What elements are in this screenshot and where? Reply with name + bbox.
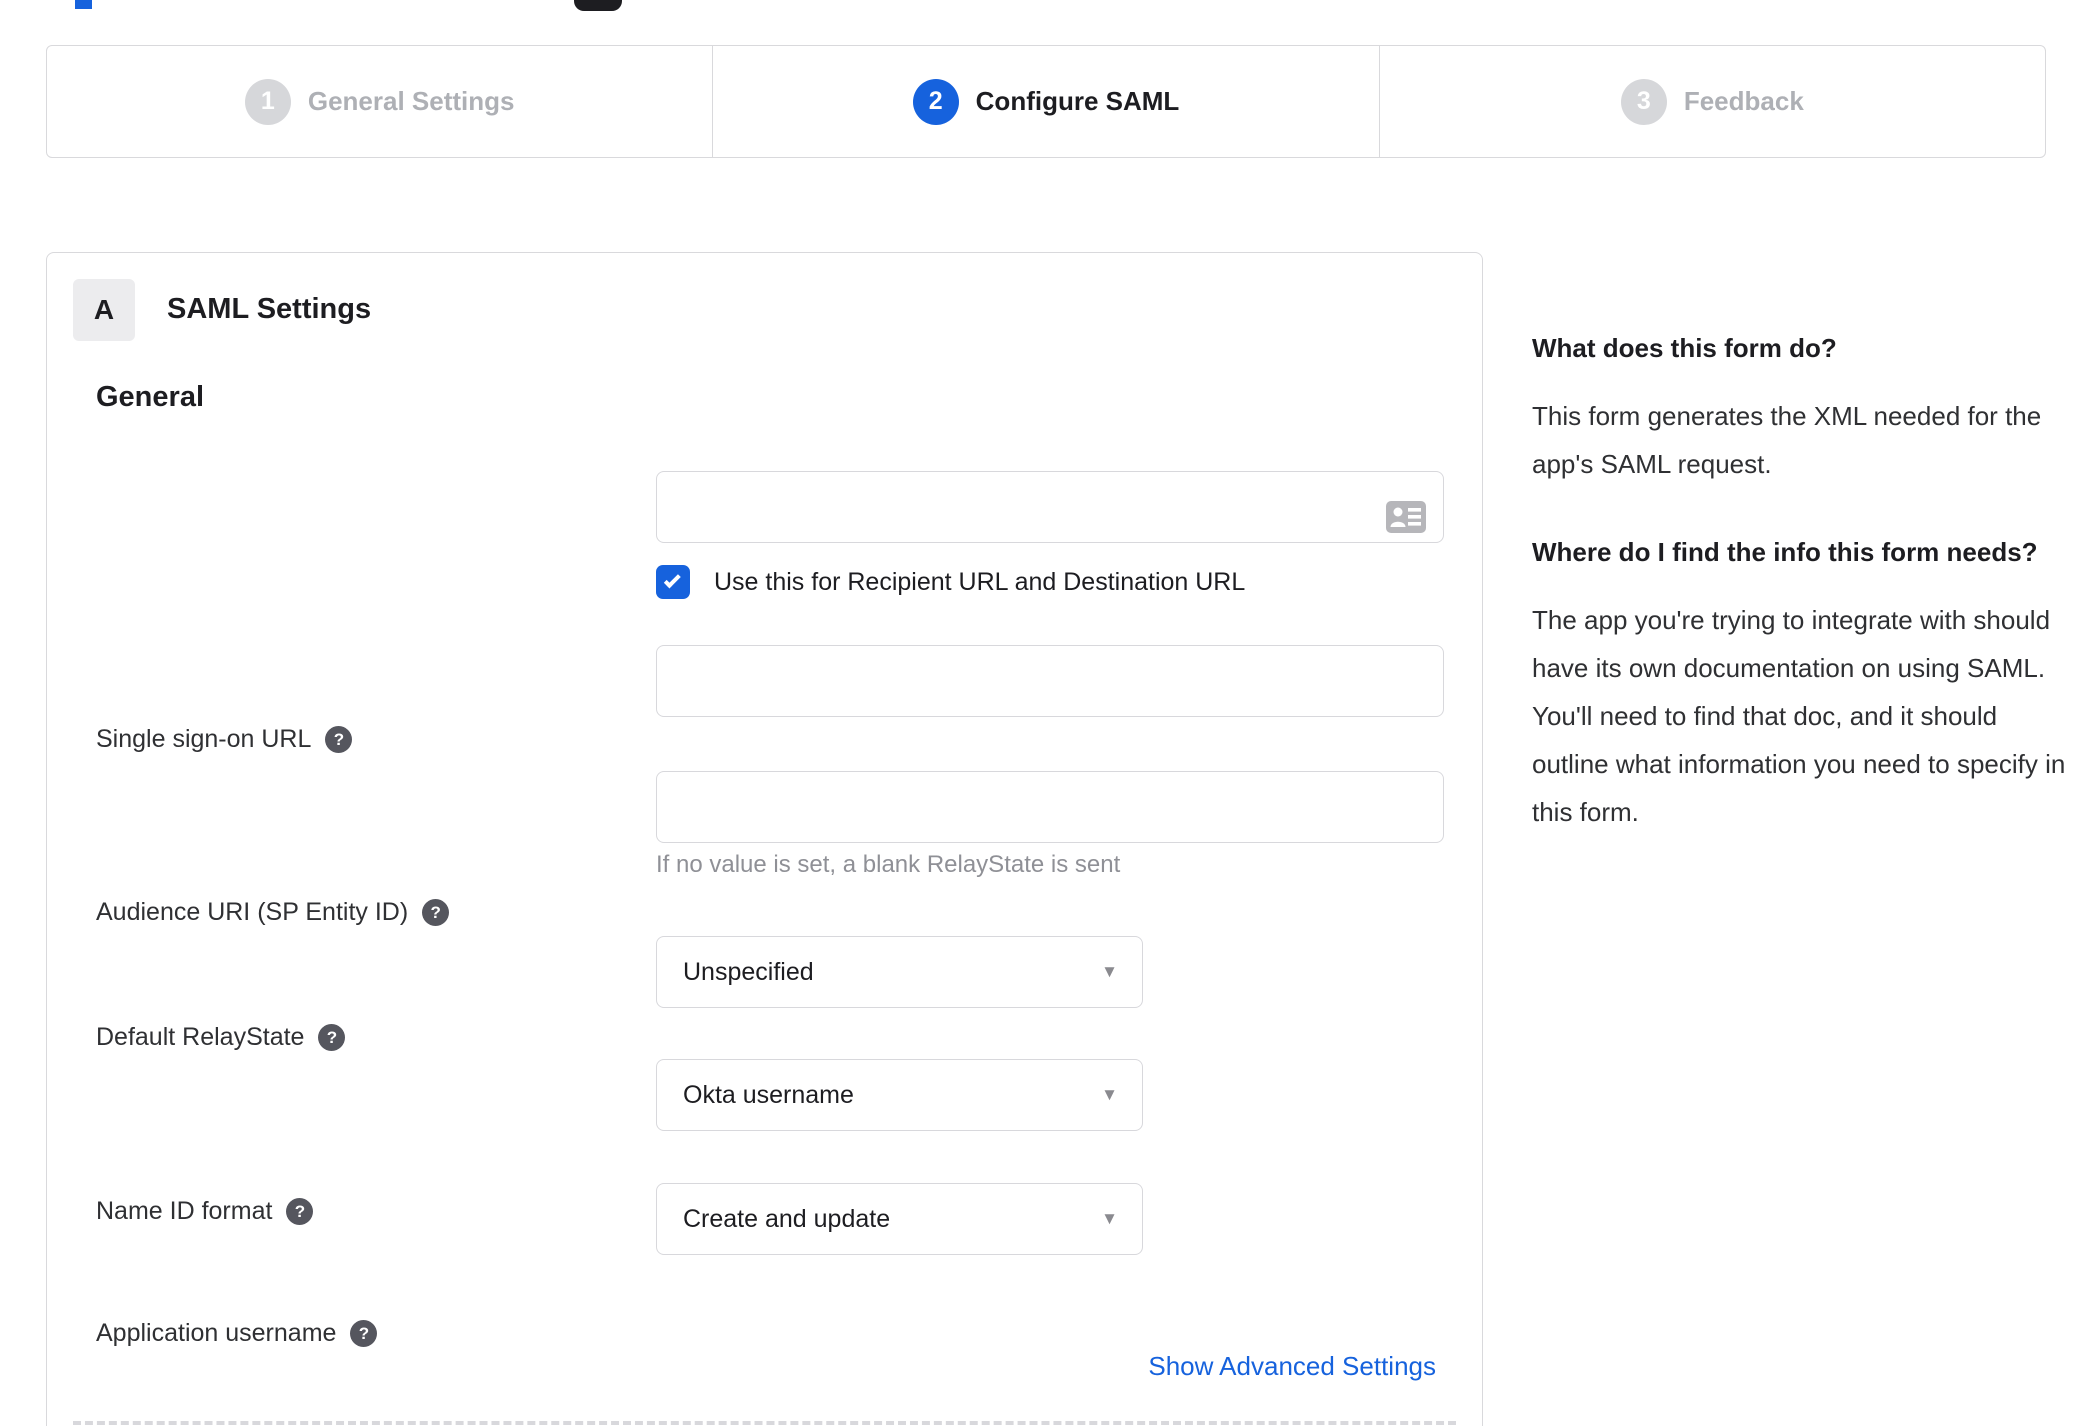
recipient-url-checkbox-label: Use this for Recipient URL and Destinati…: [714, 567, 1246, 596]
checkmark-icon: [663, 571, 681, 589]
help-paragraph-2: The app you're trying to integrate with …: [1532, 605, 2066, 827]
recipient-url-checkbox[interactable]: [656, 565, 690, 599]
sso-url-label-text: Single sign-on URL: [96, 725, 312, 753]
help-icon[interactable]: ?: [325, 726, 353, 753]
saml-settings-panel: A SAML Settings General Single sign-on U…: [46, 252, 1483, 1426]
step-label: Configure SAML: [975, 86, 1180, 116]
relaystate-label: Default RelayState ?: [96, 1023, 346, 1052]
app-username-label: Application username ?: [96, 1319, 378, 1348]
audience-uri-label-text: Audience URI (SP Entity ID): [96, 898, 409, 926]
section-a-badge: A: [73, 279, 135, 341]
contact-card-icon[interactable]: [1386, 501, 1426, 533]
step-number-badge: 1: [244, 78, 291, 125]
dropdown-caret-icon: ▼: [1101, 1085, 1118, 1104]
update-username-value: Create and update: [683, 1204, 891, 1233]
help-heading-1: What does this form do?: [1532, 333, 1837, 363]
dropdown-caret-icon: ▼: [1101, 962, 1118, 981]
dropdown-caret-icon: ▼: [1101, 1209, 1118, 1228]
app-username-value: Okta username: [683, 1080, 854, 1109]
help-heading-2: Where do I find the info this form needs…: [1532, 537, 2038, 567]
step-feedback[interactable]: 3 Feedback: [1378, 46, 2045, 157]
step-general-settings[interactable]: 1 General Settings: [47, 46, 712, 157]
section-dashed-divider: [73, 1421, 1456, 1425]
sso-url-label: Single sign-on URL ?: [96, 725, 353, 754]
nameid-format-label: Name ID format ?: [96, 1197, 314, 1226]
sso-url-input[interactable]: [656, 471, 1444, 543]
cut-off-icon: [574, 0, 622, 11]
help-icon[interactable]: ?: [286, 1198, 314, 1225]
group-title-general: General: [96, 381, 204, 413]
relaystate-hint: If no value is set, a blank RelayState i…: [656, 851, 1121, 878]
cut-off-tab-indicator: [75, 0, 92, 9]
help-paragraph-1: This form generates the XML needed for t…: [1532, 401, 2042, 479]
update-username-select[interactable]: Create and update ▼: [656, 1183, 1143, 1255]
app-username-label-text: Application username: [96, 1319, 337, 1347]
help-sidebar: What does this form do? This form genera…: [1532, 326, 2072, 878]
show-advanced-settings-link[interactable]: Show Advanced Settings: [1148, 1351, 1436, 1382]
step-number-badge: 3: [1620, 78, 1667, 125]
nameid-format-label-text: Name ID format: [96, 1197, 273, 1225]
nameid-format-value: Unspecified: [683, 957, 814, 986]
help-icon[interactable]: ?: [422, 899, 450, 926]
relaystate-input[interactable]: [656, 771, 1444, 843]
step-label: Feedback: [1683, 86, 1804, 116]
app-username-select[interactable]: Okta username ▼: [656, 1059, 1143, 1131]
wizard-stepper: 1 General Settings 2 Configure SAML 3 Fe…: [46, 45, 2046, 158]
section-title: SAML Settings: [167, 293, 372, 325]
sso-recipient-checkbox-row: Use this for Recipient URL and Destinati…: [656, 565, 1245, 599]
audience-uri-input[interactable]: [656, 645, 1444, 717]
step-configure-saml[interactable]: 2 Configure SAML: [712, 46, 1378, 157]
step-label: General Settings: [307, 86, 515, 116]
nameid-format-select[interactable]: Unspecified ▼: [656, 936, 1143, 1008]
help-icon[interactable]: ?: [318, 1024, 346, 1051]
help-icon[interactable]: ?: [350, 1320, 378, 1347]
audience-uri-label: Audience URI (SP Entity ID) ?: [96, 898, 450, 927]
relaystate-label-text: Default RelayState: [96, 1023, 305, 1051]
step-number-badge: 2: [912, 78, 959, 125]
